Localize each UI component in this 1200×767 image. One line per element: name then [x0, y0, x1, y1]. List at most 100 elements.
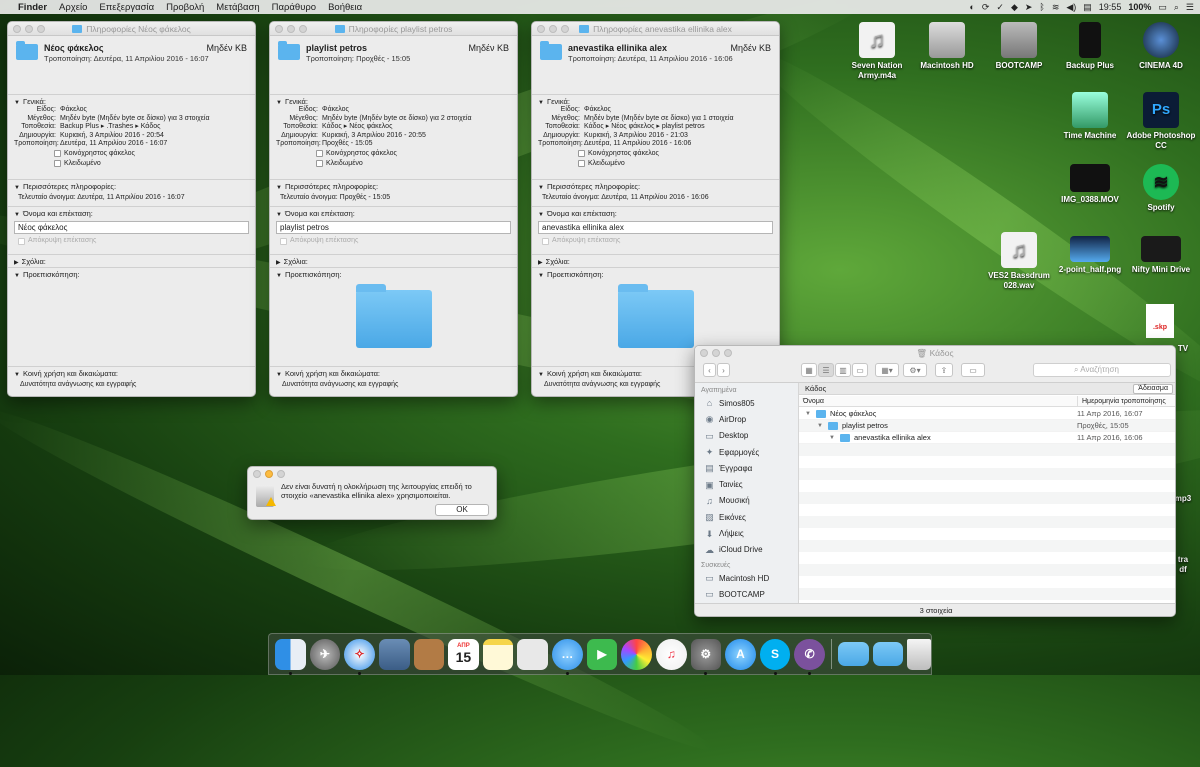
menu-app-name[interactable]: Finder — [12, 2, 53, 13]
desktop-item[interactable]: ≋ Spotify — [1126, 164, 1196, 213]
contacts-dock-icon[interactable] — [413, 638, 445, 670]
sharing-permissions-toggle[interactable]: ▼ Κοινή χρήση και δικαιώματα: — [14, 369, 249, 378]
ok-button[interactable]: OK — [435, 504, 489, 516]
volume-icon[interactable]: ◀) — [1066, 2, 1076, 13]
minimize-button[interactable] — [287, 25, 295, 33]
view-column-button[interactable]: ▥ — [835, 363, 851, 377]
sidebar-item[interactable]: ⬇ Λήψεις — [695, 525, 798, 541]
sharing-permissions-toggle[interactable]: ▼ Κοινή χρήση και δικαιώματα: — [276, 369, 511, 378]
desktop-item[interactable]: ♫ Seven Nation Army.m4a — [842, 22, 912, 80]
applications-stack-icon[interactable] — [837, 642, 869, 666]
shared-folder-checkbox[interactable] — [54, 150, 61, 158]
desktop-item[interactable]: IMG_0388.MOV — [1055, 164, 1125, 205]
desktop-item[interactable]: CINEMA 4D — [1126, 22, 1196, 71]
battery-icon[interactable]: ▭ — [1158, 2, 1167, 13]
file-row[interactable]: ▼ playlist petros Προχθές, 15:05 — [799, 420, 1175, 432]
share-button[interactable]: ⇪ — [935, 363, 953, 377]
launchpad-dock-icon[interactable]: ✈ — [309, 638, 341, 670]
trash-dock-icon[interactable] — [907, 638, 931, 670]
locked-checkbox[interactable] — [54, 160, 61, 168]
view-coverflow-button[interactable]: ▭ — [852, 363, 868, 377]
desktop-item[interactable]: Ps Adobe Photoshop CC — [1126, 92, 1196, 150]
messages-dock-icon[interactable]: … — [552, 638, 583, 675]
notes-dock-icon[interactable] — [482, 638, 514, 670]
empty-trash-button[interactable]: Άδειασμα — [1133, 384, 1173, 394]
preview-toggle[interactable]: ▼ Προεπισκόπηση: — [276, 270, 511, 279]
menu-file[interactable]: Αρχείο — [53, 2, 93, 13]
desktop-item[interactable]: 2-point_half.png — [1055, 236, 1125, 275]
flag-icon[interactable]: ▤ — [1083, 2, 1092, 13]
shared-folder-checkbox[interactable] — [578, 150, 585, 158]
forward-button[interactable]: › — [717, 363, 730, 377]
zoom-button[interactable] — [37, 25, 45, 33]
hide-extension-checkbox[interactable] — [18, 237, 25, 245]
name-extension-toggle[interactable]: ▼ Όνομα και επέκταση: — [276, 209, 511, 218]
close-button[interactable] — [253, 470, 261, 478]
location-icon[interactable]: ➤ — [1025, 2, 1033, 13]
sketchup-file-icon[interactable]: .skp — [1146, 304, 1174, 338]
finder-dock-icon[interactable] — [275, 638, 306, 675]
desktop-item[interactable]: Nifty Mini Drive — [1126, 236, 1196, 275]
sidebar-item[interactable]: ▨ Εικόνες — [695, 509, 798, 525]
tag-button[interactable]: ▭ — [961, 363, 985, 377]
check-icon[interactable]: ✓ — [996, 2, 1004, 13]
close-button[interactable] — [700, 349, 708, 357]
viber-dock-icon[interactable]: ✆ — [794, 638, 825, 675]
zoom-button[interactable] — [724, 349, 732, 357]
minimize-button[interactable] — [25, 25, 33, 33]
locked-checkbox[interactable] — [316, 160, 323, 168]
search-field[interactable]: ⌕ Αναζήτηση — [1033, 363, 1171, 377]
general-section-toggle[interactable]: ▼ Γενικά: — [14, 97, 249, 106]
desktop-item[interactable]: ♫ VES2 Bassdrum 028.wav — [984, 232, 1054, 290]
search-icon[interactable]: ⌕ — [1174, 2, 1179, 13]
facetime-dock-icon[interactable]: ▶ — [586, 638, 618, 670]
view-icon-button[interactable]: ▦ — [801, 363, 817, 377]
minimize-button[interactable] — [549, 25, 557, 33]
sidebar-item[interactable]: ▭ Desktop — [695, 428, 798, 444]
column-date[interactable]: Ημερομηνία τροποποίησης — [1077, 396, 1166, 407]
sidebar-device[interactable]: ▭ BOOTCAMP — [695, 586, 798, 602]
close-button[interactable] — [13, 25, 21, 33]
menu-help[interactable]: Βοήθεια — [322, 2, 368, 13]
preview-toggle[interactable]: ▼ Προεπισκόπηση: — [538, 270, 773, 279]
name-extension-toggle[interactable]: ▼ Όνομα και επέκταση: — [14, 209, 249, 218]
more-info-toggle[interactable]: ▼ Περισσότερες πληροφορίες: — [276, 182, 511, 191]
sidebar-item[interactable]: ▣ Ταινίες — [695, 476, 798, 492]
file-row[interactable]: ▼ anevastika ellinika alex 11 Απρ 2016, 16… — [799, 432, 1175, 444]
more-info-toggle[interactable]: ▼ Περισσότερες πληροφορίες: — [538, 182, 773, 191]
sync-icon[interactable]: ⟳ — [982, 2, 990, 13]
arrange-button[interactable]: ▦▾ — [875, 363, 899, 377]
action-gear-button[interactable]: ⚙▾ — [903, 363, 927, 377]
menu-window[interactable]: Παράθυρο — [266, 2, 322, 13]
app-store-dock-icon[interactable]: A — [725, 638, 756, 670]
status-icon[interactable]: ◐ — [969, 2, 974, 12]
close-button[interactable] — [275, 25, 283, 33]
menu-go[interactable]: Μετάβαση — [210, 2, 265, 13]
menu-list-icon[interactable]: ☰ — [1186, 2, 1194, 13]
sidebar-item[interactable]: ⌂ Simos805 — [695, 395, 798, 411]
minimize-button[interactable] — [712, 349, 720, 357]
name-field[interactable]: Νέος φάκελος — [14, 221, 249, 234]
downloads-stack-icon[interactable] — [872, 642, 904, 666]
desktop-item[interactable]: BOOTCAMP — [984, 22, 1054, 71]
general-section-toggle[interactable]: ▼ Γενικά: — [538, 97, 773, 106]
sidebar-item[interactable]: ✦ Εφαρμογές — [695, 444, 798, 460]
zoom-button[interactable] — [277, 470, 285, 478]
menu-view[interactable]: Προβολή — [160, 2, 210, 13]
photos-dock-icon[interactable] — [621, 638, 652, 670]
disclosure-down-icon[interactable]: ▼ — [805, 411, 811, 417]
disclosure-down-icon[interactable]: ▼ — [817, 423, 823, 429]
shared-folder-checkbox[interactable] — [316, 150, 323, 158]
photo-booth-dock-icon[interactable] — [517, 638, 548, 670]
clock-time[interactable]: 19:55 — [1099, 2, 1122, 12]
sidebar-item[interactable]: ▤ Έγγραφα — [695, 460, 798, 476]
calendar-dock-icon[interactable]: ΑΠΡ 15 — [448, 638, 479, 670]
disclosure-down-icon[interactable]: ▼ — [829, 435, 835, 441]
column-name[interactable]: Όνομα — [803, 396, 824, 407]
general-section-toggle[interactable]: ▼ Γενικά: — [276, 97, 511, 106]
zoom-button[interactable] — [299, 25, 307, 33]
preview-dock-icon[interactable] — [378, 638, 410, 670]
sidebar-item[interactable]: ♫ Μουσική — [695, 493, 798, 509]
name-extension-toggle[interactable]: ▼ Όνομα και επέκταση: — [538, 209, 773, 218]
hide-extension-checkbox[interactable] — [280, 237, 287, 245]
